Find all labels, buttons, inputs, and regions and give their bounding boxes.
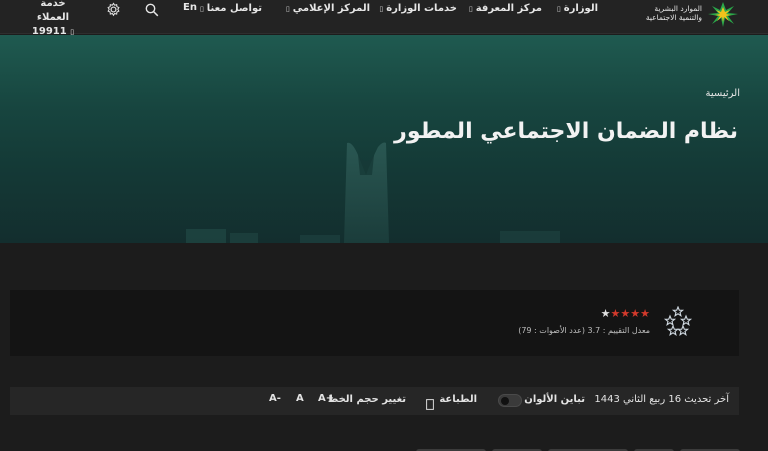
chevron-icon: ▯ xyxy=(199,4,204,13)
last-update-text: آخر تحديث 16 ربيع الثاني 1443 xyxy=(594,394,729,405)
font-normal-button[interactable]: A xyxy=(296,393,304,404)
ministry-logo[interactable]: الموارد البشرية والتنمية الاجتماعية xyxy=(632,0,742,30)
font-size-label: تغيير حجم الخط xyxy=(327,394,406,405)
nav-ministry-label: الوزارة xyxy=(563,3,598,14)
hero-banner: الرئيسية نظام الضمان الاجتماعي المطور xyxy=(0,35,768,243)
star-3-icon[interactable]: ★ xyxy=(620,308,630,319)
search-icon[interactable] xyxy=(145,2,159,21)
top-navigation-bar: الموارد البشرية والتنمية الاجتماعية الوز… xyxy=(0,0,768,37)
nav-media-center[interactable]: المركز الإعلامي ▯ xyxy=(286,3,370,14)
nav-ministry-services-label: خدمات الوزارة xyxy=(386,3,457,14)
hotline-label: خدمة العملاء xyxy=(36,0,70,23)
content-heading-partial xyxy=(300,440,740,451)
ministry-emblem-icon xyxy=(708,2,738,27)
nav-ministry-services[interactable]: خدمات الوزارة ▯ xyxy=(379,3,457,14)
color-contrast-label: تباين الألوان xyxy=(524,394,585,405)
nav-knowledge-center[interactable]: مركز المعرفة ▯ xyxy=(469,3,542,14)
rating-stars[interactable]: ★ ★ ★ ★ ★ xyxy=(601,308,650,319)
rating-stars-emblem-icon xyxy=(663,305,693,340)
page-title: نظام الضمان الاجتماعي المطور xyxy=(394,119,738,144)
chevron-icon: ▯ xyxy=(468,4,473,13)
chevron-icon: ▯ xyxy=(556,4,561,13)
star-5-icon[interactable]: ★ xyxy=(601,308,611,319)
star-2-icon[interactable]: ★ xyxy=(630,308,640,319)
rating-average-text: معدل التقييم : 3.7 (عدد الأصوات : 79) xyxy=(518,326,650,335)
rating-panel: ★ ★ ★ ★ ★ معدل التقييم : 3.7 (عدد الأصوا… xyxy=(10,290,739,356)
chevron-icon: ▯ xyxy=(379,4,384,13)
font-decrease-button[interactable]: A- xyxy=(269,393,281,404)
ministry-name: الموارد البشرية والتنمية الاجتماعية xyxy=(645,4,702,22)
color-contrast-toggle[interactable] xyxy=(498,394,522,407)
nav-media-center-label: المركز الإعلامي xyxy=(292,3,370,14)
star-1-icon[interactable]: ★ xyxy=(640,308,650,319)
language-switch[interactable]: En xyxy=(183,2,197,13)
print-label[interactable]: الطباعة xyxy=(439,394,477,405)
customer-service-hotline[interactable]: خدمة العملاء 19911 ▯ xyxy=(24,0,82,39)
page-tools-bar: آخر تحديث 16 ربيع الثاني 1443 تباين الأل… xyxy=(10,387,739,415)
print-icon[interactable] xyxy=(426,395,434,414)
nav-ministry[interactable]: الوزارة ▯ xyxy=(557,3,598,14)
nav-contact-us-label: تواصل معنا xyxy=(206,3,262,14)
breadcrumb-home[interactable]: الرئيسية xyxy=(706,88,740,99)
accessibility-settings-icon[interactable] xyxy=(106,2,121,21)
star-4-icon[interactable]: ★ xyxy=(611,308,621,319)
nav-contact-us[interactable]: تواصل معنا ▯ xyxy=(200,3,262,14)
nav-knowledge-center-label: مركز المعرفة xyxy=(475,3,542,14)
chevron-icon: ▯ xyxy=(285,4,290,13)
font-increase-button[interactable]: A+ xyxy=(318,393,334,404)
